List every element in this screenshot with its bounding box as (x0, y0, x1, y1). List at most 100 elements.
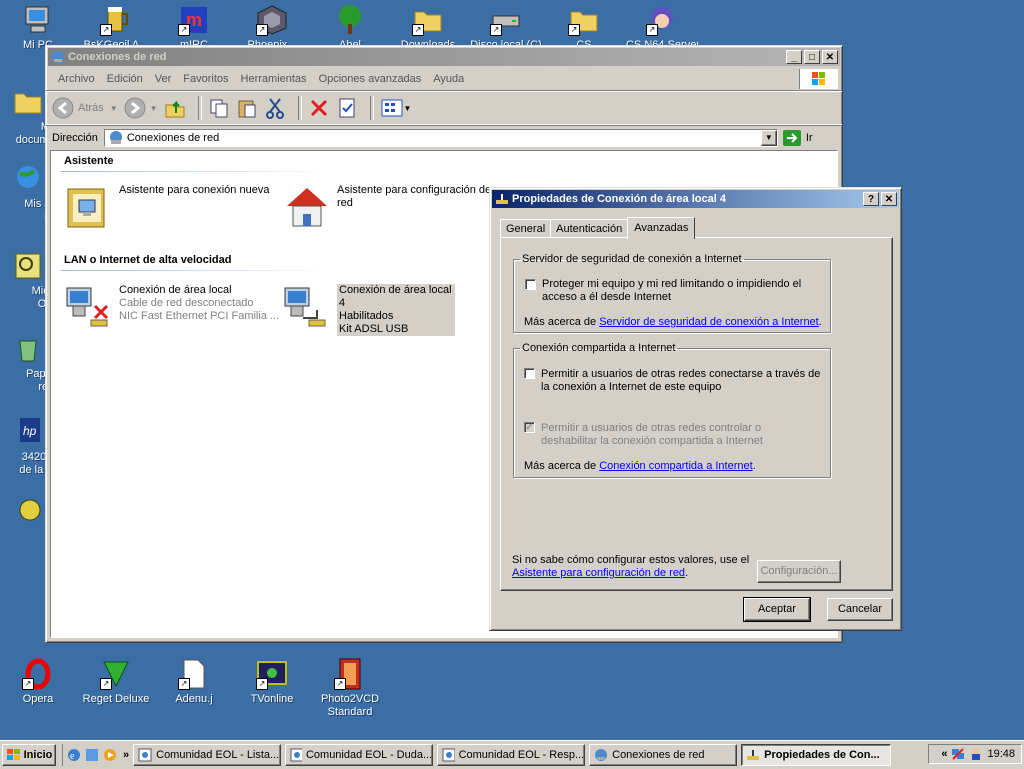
toolbar: Atrás ▼ ▼ ▼ (46, 91, 842, 125)
delete-button[interactable] (308, 97, 330, 119)
go-arrow-icon (782, 130, 801, 146)
quicklaunch-overflow-icon[interactable]: » (123, 749, 129, 761)
views-button[interactable]: ▼ (380, 97, 412, 119)
quick-launch: e » (62, 744, 129, 766)
properties-dialog: Propiedades de Conexión de área local 4 … (489, 187, 902, 631)
media-player-quicklaunch-icon[interactable] (103, 748, 117, 762)
menu-ayuda[interactable]: Ayuda (433, 73, 464, 85)
ie-quicklaunch-icon[interactable]: e (67, 748, 81, 762)
ics-allow-connect-checkbox[interactable] (524, 368, 535, 379)
address-value: Conexiones de red (126, 132, 220, 144)
start-button[interactable]: Inicio (2, 744, 56, 766)
tv-icon: ↗ (256, 658, 288, 690)
ics-more-info: Más acerca de Conexión compartida a Inte… (524, 460, 756, 472)
tab-advanced[interactable]: Avanzadas (627, 217, 696, 239)
ics-allow-connect-label[interactable]: Permitir a usuarios de otras redes conec… (541, 368, 820, 394)
explorer-title: Conexiones de red (68, 51, 167, 63)
maximize-button[interactable]: □ (804, 50, 820, 64)
ie-page-icon (442, 748, 455, 762)
firewall-more-info: Más acerca de Servidor de seguridad de c… (524, 316, 822, 328)
ok-button[interactable]: Aceptar (743, 597, 811, 622)
menu-favoritos[interactable]: Favoritos (183, 73, 228, 85)
up-folder-icon (165, 100, 185, 118)
back-dropdown-icon[interactable]: ▼ (110, 104, 118, 113)
properties-icon (339, 98, 355, 118)
forward-dropdown-icon[interactable]: ▼ (150, 104, 158, 113)
paste-button[interactable] (236, 97, 258, 119)
drive-icon: ↗ (490, 4, 522, 36)
dialog-titlebar[interactable]: Propiedades de Conexión de área local 4 … (492, 190, 899, 208)
close-button[interactable]: ✕ (822, 50, 838, 64)
go-button[interactable]: Ir (782, 129, 813, 147)
menu-herramientas[interactable]: Herramientas (241, 73, 307, 85)
ics-help-link[interactable]: Conexión compartida a Internet (599, 460, 752, 472)
address-dropdown-button[interactable]: ▼ (760, 130, 777, 146)
firewall-checkbox-label[interactable]: Proteger mi equipo y mi red limitando o … (542, 278, 801, 304)
taskbar-button-eol-resp[interactable]: Comunidad EOL - Resp... (437, 744, 586, 766)
outlook-icon (12, 250, 44, 282)
tree-icon (334, 4, 366, 36)
desktop-icon-reget[interactable]: ↗ Reget Deluxe (80, 658, 152, 706)
menubar: Archivo Edición Ver Favoritos Herramient… (46, 68, 842, 91)
taskbar-button-eol-lista[interactable]: Comunidad EOL - Lista... (133, 744, 282, 766)
desktop-icon-photo2vcd[interactable]: ↗ Photo2VCD Standard (314, 658, 386, 719)
explorer-titlebar[interactable]: Conexiones de red _ □ ✕ (48, 48, 840, 66)
ics-allow-control-checkbox[interactable]: ✓ (524, 422, 535, 433)
item-new-connection-wizard[interactable]: Asistente para conexión nueva (65, 184, 269, 232)
reget-icon: ↗ (100, 658, 132, 690)
address-input[interactable]: Conexiones de red ▼ (103, 129, 778, 147)
folder-icon: ↗ (568, 4, 600, 36)
menu-ver[interactable]: Ver (155, 73, 172, 85)
desktop-icon-adenu[interactable]: ↗ Adenu.j (158, 658, 230, 706)
properties-button[interactable] (336, 97, 358, 119)
filmstrip-icon: ↗ (334, 658, 366, 690)
copy-icon (210, 99, 228, 118)
network-setup-wizard-link[interactable]: Asistente para configuración de red (512, 567, 685, 579)
cancel-button[interactable]: Cancelar (827, 598, 893, 621)
advanced-tab-panel: Servidor de seguridad de conexión a Inte… (500, 237, 893, 591)
user-tray-icon[interactable] (969, 747, 983, 761)
windows-logo-icon (799, 69, 838, 89)
views-dropdown-icon[interactable]: ▼ (404, 104, 412, 113)
svg-text:hp: hp (23, 424, 37, 438)
group-divider (61, 171, 331, 172)
desktop-icon-tvonline[interactable]: ↗ TVonline (236, 658, 308, 706)
menu-opciones-avanzadas[interactable]: Opciones avanzadas (319, 73, 422, 85)
desktop-icon-opera[interactable]: ↗ Opera (2, 658, 74, 706)
network-adapter-icon (747, 750, 760, 760)
minimize-button[interactable]: _ (786, 50, 802, 64)
tab-authentication[interactable]: Autenticación (550, 219, 629, 238)
taskbar-button-network-connections[interactable]: Conexiones de red (589, 744, 738, 766)
item-local-area-connection-4[interactable]: Conexión de área local 4 Habilitados Kit… (283, 284, 455, 336)
up-folder-button[interactable] (164, 97, 186, 119)
menu-archivo[interactable]: Archivo (58, 73, 95, 85)
windows-flag-icon (6, 749, 20, 760)
taskbar-button-eol-duda[interactable]: Comunidad EOL - Duda... (285, 744, 434, 766)
firewall-checkbox[interactable] (525, 279, 536, 290)
outlook-quicklaunch-icon[interactable] (85, 748, 99, 762)
back-button[interactable]: Atrás ▼ (52, 97, 118, 119)
item-local-area-connection[interactable]: Conexión de área local Cable de red desc… (65, 284, 279, 332)
group-header-wizard: Asistente (64, 155, 114, 167)
dialog-title: Propiedades de Conexión de área local 4 (512, 193, 726, 205)
item-network-setup-wizard[interactable]: Asistente para configuración de red (283, 184, 491, 232)
paste-icon (238, 100, 256, 118)
help-button[interactable]: ? (863, 192, 879, 206)
hp-icon: hp (12, 416, 44, 448)
tab-general[interactable]: General (500, 219, 552, 238)
house-network-icon (283, 184, 331, 232)
system-tray: « 19:48 (928, 744, 1022, 764)
configuration-button[interactable]: Configuración... (757, 560, 841, 583)
network-tray-icon[interactable] (951, 747, 965, 761)
clock[interactable]: 19:48 (987, 748, 1015, 760)
copy-to-button[interactable] (208, 97, 230, 119)
menu-edicion[interactable]: Edición (107, 73, 143, 85)
tray-expand-icon[interactable]: « (941, 748, 947, 760)
taskbar-button-properties[interactable]: Propiedades de Con... (741, 744, 892, 766)
network-connections-icon (52, 51, 64, 63)
ie-page-icon (290, 748, 302, 762)
dialog-close-button[interactable]: ✕ (881, 192, 897, 206)
firewall-help-link[interactable]: Servidor de seguridad de conexión a Inte… (599, 316, 819, 328)
cut-button[interactable] (264, 97, 286, 119)
forward-button[interactable]: ▼ (124, 97, 158, 119)
